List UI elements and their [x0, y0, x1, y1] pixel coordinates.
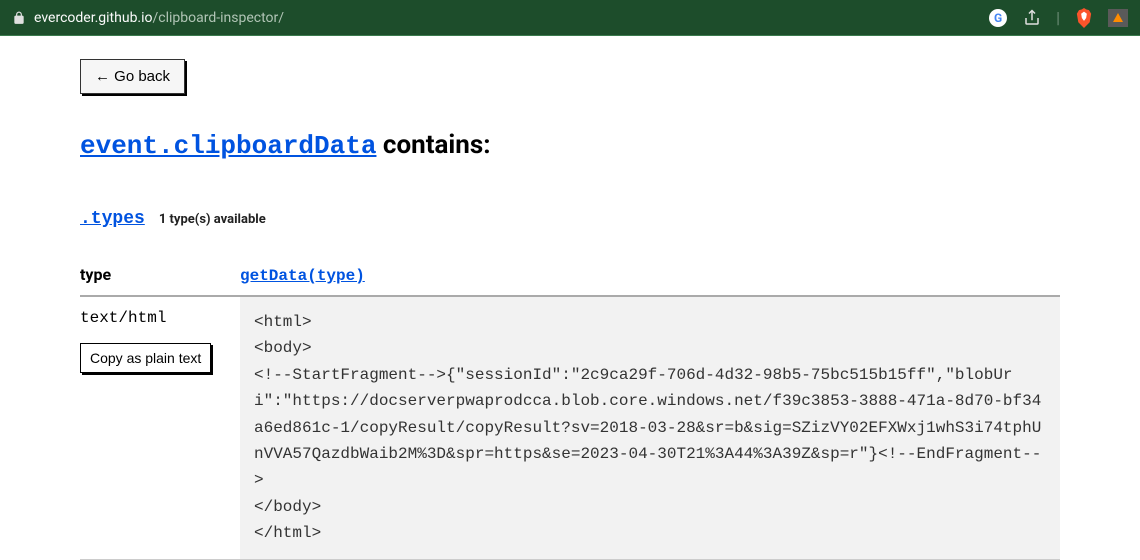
copy-plain-text-button[interactable]: Copy as plain text — [80, 343, 211, 373]
page-content: ← Go back event.clipboardData contains: … — [0, 36, 1140, 560]
table-header-row: type getData(type) — [80, 265, 1060, 297]
types-link[interactable]: .types — [80, 209, 145, 229]
header-getdata: getData(type) — [240, 265, 1060, 285]
lock-icon — [12, 11, 26, 25]
clipboard-table: type getData(type) text/html Copy as pla… — [80, 265, 1060, 560]
type-value: text/html — [80, 309, 240, 327]
google-extension-icon[interactable]: G — [988, 8, 1008, 28]
toolbar-divider: | — [1056, 8, 1060, 27]
brave-icon[interactable] — [1074, 8, 1094, 28]
share-icon[interactable] — [1022, 8, 1042, 28]
clipboard-data-content: <html> <body> <!--StartFragment-->{"sess… — [240, 297, 1060, 559]
go-back-button[interactable]: ← Go back — [80, 59, 185, 94]
url-text[interactable]: evercoder.github.io/clipboard-inspector/ — [34, 10, 284, 26]
heading-suffix: contains: — [376, 130, 490, 160]
types-section: .types 1 type(s) available — [80, 209, 1060, 229]
getdata-link[interactable]: getData(type) — [240, 267, 365, 285]
cell-type: text/html Copy as plain text — [80, 297, 240, 559]
page-heading: event.clipboardData contains: — [80, 130, 1060, 161]
browser-url-bar: evercoder.github.io/clipboard-inspector/… — [0, 0, 1140, 36]
table-row: text/html Copy as plain text <html> <bod… — [80, 297, 1060, 560]
warning-triangle-icon[interactable] — [1108, 8, 1128, 28]
clipboard-data-link[interactable]: event.clipboardData — [80, 131, 376, 161]
header-type: type — [80, 265, 240, 285]
types-count: 1 type(s) available — [159, 212, 266, 227]
browser-toolbar-right: G | — [988, 8, 1128, 28]
